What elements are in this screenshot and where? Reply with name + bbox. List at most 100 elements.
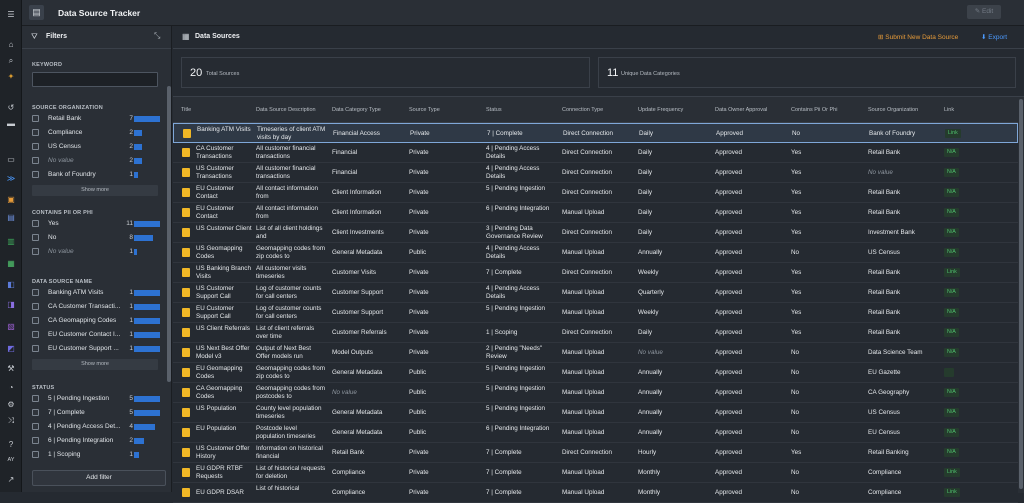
table-row[interactable]: EU Customer Support Call Log of customer … xyxy=(173,303,1018,323)
column-header-owner-approval[interactable]: Data Owner Approval xyxy=(715,107,767,113)
pii-filter-option[interactable]: Yes 11 xyxy=(32,219,162,229)
history-icon[interactable]: ↺ xyxy=(6,103,16,112)
table-row[interactable]: US Banking Branch Visits All customer vis… xyxy=(173,263,1018,283)
table-row[interactable]: US Customer Offer History Information on … xyxy=(173,443,1018,463)
add-filter-button[interactable]: Add filter xyxy=(32,470,166,486)
source-org-filter-option[interactable]: Retail Bank 7 xyxy=(32,114,162,124)
status-filter-option[interactable]: 6 | Pending Integration 2 xyxy=(32,436,162,446)
user-icon[interactable]: AY xyxy=(6,456,16,465)
table-row[interactable]: US Next Best Offer Model v3 Output of Nex… xyxy=(173,343,1018,363)
filters-scrollbar[interactable] xyxy=(167,86,171,382)
table-row[interactable]: US Client Referrals List of client referr… xyxy=(173,323,1018,343)
table-row[interactable]: US Customer Client List of all client hol… xyxy=(173,223,1018,243)
help-icon[interactable]: ? xyxy=(6,440,16,449)
tool-icon-8[interactable]: ◩ xyxy=(6,344,16,353)
checkbox[interactable] xyxy=(32,331,39,338)
help-circle-icon[interactable]: ◔ xyxy=(6,383,16,392)
table-row[interactable]: US Customer Support Call Log of customer … xyxy=(173,283,1018,303)
search-icon[interactable]: ⌕ xyxy=(6,56,16,65)
notifications-icon[interactable]: ✦ xyxy=(6,72,16,81)
collapse-icon[interactable]: ⤡ xyxy=(154,31,160,41)
settings-icon[interactable]: ⚙ xyxy=(6,400,16,409)
table-scrollbar[interactable] xyxy=(1018,97,1024,493)
pii-filter-option[interactable]: No value 1 xyxy=(32,247,162,257)
menu-icon[interactable]: ☰ xyxy=(6,10,16,19)
ds-name-filter-option[interactable]: Banking ATM Visits 1 xyxy=(32,288,162,298)
source-org-filter-option[interactable]: Compliance 2 xyxy=(32,128,162,138)
checkbox[interactable] xyxy=(32,437,39,444)
column-header-connection-type[interactable]: Connection Type xyxy=(562,107,603,113)
checkbox[interactable] xyxy=(32,289,39,296)
checkbox[interactable] xyxy=(32,129,39,136)
source-org-filter-option[interactable]: No value 2 xyxy=(32,156,162,166)
pii-filter-option[interactable]: No 8 xyxy=(32,233,162,243)
table-row[interactable]: EU Population Postcode level population t… xyxy=(173,423,1018,443)
table-row[interactable]: US Customer Transactions All customer fin… xyxy=(173,163,1018,183)
status-filter-option[interactable]: 1 | Scoping 1 xyxy=(32,450,162,460)
tool-icon-7[interactable]: ▧ xyxy=(6,322,16,331)
column-header-title[interactable]: Title xyxy=(181,107,191,113)
ds-name-show-more-button[interactable]: Show more xyxy=(32,359,158,370)
column-header-source-organization[interactable]: Source Organization xyxy=(868,107,918,113)
table-row[interactable]: US Geomapping Codes Geomapping codes from… xyxy=(173,243,1018,263)
tool-icon-1[interactable]: ▣ xyxy=(6,195,16,204)
column-header-description[interactable]: Data Source Description xyxy=(256,107,316,113)
status-filter-option[interactable]: 5 | Pending Ingestion 5 xyxy=(32,394,162,404)
link-badge[interactable]: Link xyxy=(944,268,960,277)
tool-icon-3[interactable]: ▥ xyxy=(6,237,16,246)
table-scroll-thumb[interactable] xyxy=(1019,99,1023,489)
column-header-link[interactable]: Link xyxy=(944,107,954,113)
checkbox[interactable] xyxy=(32,143,39,150)
shuffle-icon[interactable]: ⤨ xyxy=(6,416,16,425)
table-row[interactable]: Banking ATM Visits Timeseries of client A… xyxy=(173,123,1018,143)
checkbox[interactable] xyxy=(32,171,39,178)
link-badge[interactable]: Link xyxy=(945,129,961,138)
column-header-update-frequency[interactable]: Update Frequency xyxy=(638,107,683,113)
column-header-source-type[interactable]: Source Type xyxy=(409,107,440,113)
link-badge[interactable]: Link xyxy=(944,468,960,477)
source-org-filter-option[interactable]: Bank of Foundry 1 xyxy=(32,170,162,180)
checkbox[interactable] xyxy=(32,115,39,122)
edit-button[interactable]: ✎ Edit xyxy=(967,5,1001,19)
checkbox[interactable] xyxy=(32,303,39,310)
checkbox[interactable] xyxy=(32,220,39,227)
source-org-filter-option[interactable]: US Census 2 xyxy=(32,142,162,152)
checkbox[interactable] xyxy=(32,248,39,255)
expand-icon[interactable]: ↗ xyxy=(6,475,16,484)
folder-icon[interactable]: ▬ xyxy=(6,119,16,128)
table-row[interactable]: CA Geomapping Codes Geomapping codes from… xyxy=(173,383,1018,403)
tool-icon-2[interactable]: ▤ xyxy=(6,213,16,222)
column-header-status[interactable]: Status xyxy=(486,107,502,113)
table-row[interactable]: EU Geomapping Codes Geomapping codes from… xyxy=(173,363,1018,383)
tool-icon-6[interactable]: ◨ xyxy=(6,300,16,309)
table-row[interactable]: CA Customer Transactions All customer fin… xyxy=(173,143,1018,163)
checkbox[interactable] xyxy=(32,451,39,458)
checkbox[interactable] xyxy=(32,157,39,164)
table-row[interactable]: EU GDPR DSAR List of historical Compliance… xyxy=(173,483,1018,503)
status-filter-option[interactable]: 4 | Pending Access Det... 4 xyxy=(32,422,162,432)
keyword-input[interactable] xyxy=(32,72,158,87)
source-org-show-more-button[interactable]: Show more xyxy=(32,185,158,196)
checkbox[interactable] xyxy=(32,345,39,352)
tool-icon-4[interactable]: ▦ xyxy=(6,259,16,268)
table-row[interactable]: EU Customer Contact All contact informati… xyxy=(173,203,1018,223)
column-header-contains-pii[interactable]: Contains Pii Or Phi xyxy=(791,107,837,113)
checkbox[interactable] xyxy=(32,395,39,402)
ds-name-filter-option[interactable]: EU Customer Support ... 1 xyxy=(32,344,162,354)
status-filter-option[interactable]: 7 | Complete 5 xyxy=(32,408,162,418)
checkbox[interactable] xyxy=(32,234,39,241)
export-button[interactable]: ⬇ Export xyxy=(981,33,1007,41)
link-badge[interactable]: Link xyxy=(944,488,960,497)
build-icon[interactable]: ⚒ xyxy=(6,364,16,373)
ds-name-filter-option[interactable]: CA Customer Transacti... 1 xyxy=(32,302,162,312)
checkbox[interactable] xyxy=(32,423,39,430)
submit-new-data-source-button[interactable]: ⊞ Submit New Data Source xyxy=(878,33,958,41)
tool-icon-5[interactable]: ◧ xyxy=(6,280,16,289)
ds-name-filter-option[interactable]: CA Geomapping Codes 1 xyxy=(32,316,162,326)
column-header-category-type[interactable]: Data Category Type xyxy=(332,107,381,113)
checkbox[interactable] xyxy=(32,409,39,416)
table-row[interactable]: EU Customer Contact All contact informati… xyxy=(173,183,1018,203)
checkbox[interactable] xyxy=(32,317,39,324)
inbox-icon[interactable]: ▭ xyxy=(6,155,16,164)
table-row[interactable]: EU GDPR RTBF Requests List of historical … xyxy=(173,463,1018,483)
